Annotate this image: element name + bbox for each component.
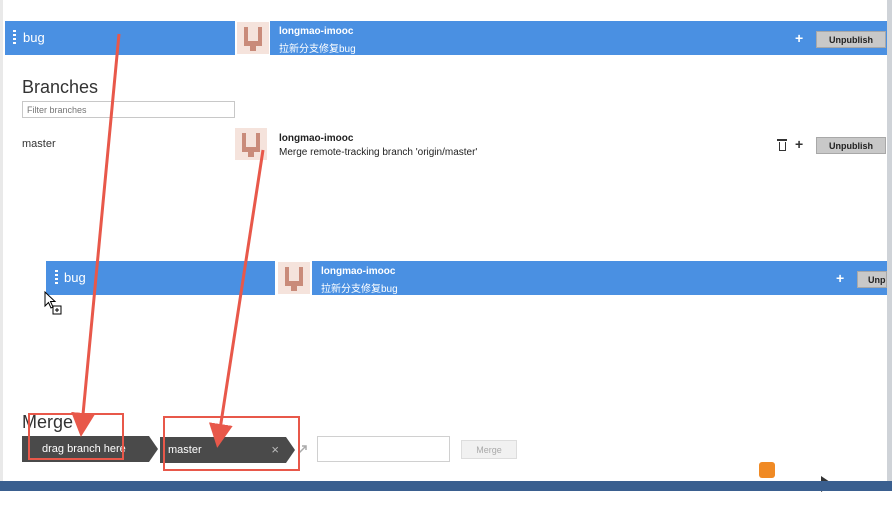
annotation-arrow <box>71 33 121 437</box>
annotation-arrow <box>208 149 265 448</box>
taskbar <box>0 481 892 491</box>
annotation-arrows <box>71 33 265 448</box>
ime-icon[interactable] <box>759 462 775 478</box>
